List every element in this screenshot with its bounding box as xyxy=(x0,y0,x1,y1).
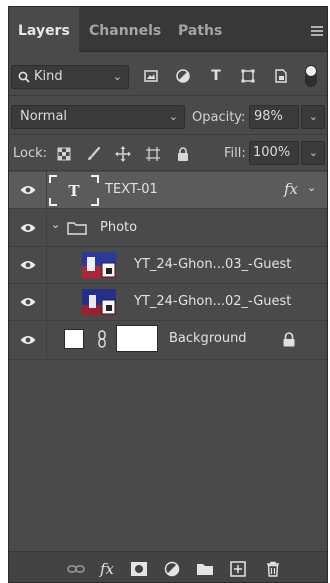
filter-type-icon[interactable]: T xyxy=(208,68,224,84)
layer-name: TEXT-01 xyxy=(105,182,158,197)
opacity-value: 98% xyxy=(254,109,283,124)
lock-transparent-pixels-icon[interactable] xyxy=(56,146,72,162)
lock-artboard-icon[interactable] xyxy=(145,146,161,162)
group-expand-chevron-icon[interactable]: ⌄ xyxy=(51,218,60,231)
background-thumbnail xyxy=(64,329,84,349)
blend-mode-select[interactable]: Normal ⌄ xyxy=(11,105,185,129)
panel-menu-icon[interactable] xyxy=(311,26,323,36)
svg-text:T: T xyxy=(68,182,80,200)
eye-icon xyxy=(20,261,36,269)
layer-name: YT_24-Ghon...03_-Guest xyxy=(134,257,292,272)
lock-label: Lock: xyxy=(13,146,48,161)
chevron-down-icon: ⌄ xyxy=(168,110,178,123)
eye-icon xyxy=(20,298,36,306)
add-mask-icon[interactable] xyxy=(130,561,148,577)
lock-position-icon[interactable] xyxy=(115,146,131,162)
visibility-toggle[interactable] xyxy=(9,210,47,246)
opacity-input[interactable]: 98% xyxy=(249,105,299,129)
filter-kind-select[interactable]: Kind ⌄ xyxy=(11,65,129,89)
expand-effects-chevron-icon[interactable]: ⌄ xyxy=(307,181,316,194)
layer-name: Background xyxy=(169,331,247,346)
filter-row: Kind ⌄ T xyxy=(9,61,327,95)
delete-layer-trash-icon[interactable] xyxy=(264,561,282,577)
filter-kind-label: Kind xyxy=(34,69,63,84)
filter-pixel-icon[interactable] xyxy=(143,68,159,84)
fill-label: Fill: xyxy=(224,146,246,161)
blend-mode-label: Normal xyxy=(20,109,68,124)
tab-channels[interactable]: Channels xyxy=(80,7,170,52)
filter-smart-object-icon[interactable] xyxy=(273,68,289,84)
filter-toggle[interactable] xyxy=(305,65,317,87)
fill-input[interactable]: 100% xyxy=(249,141,299,165)
lock-row: Lock: Fill: 100% ⌄ xyxy=(9,137,327,169)
opacity-label: Opacity: xyxy=(192,110,246,125)
layer-row-text-01[interactable]: T TEXT-01 fx ⌄ xyxy=(9,172,327,209)
chevron-down-icon: ⌄ xyxy=(112,70,122,83)
layer-row-smart-object-03[interactable]: YT_24-Ghon...03_-Guest xyxy=(9,247,327,284)
search-icon xyxy=(18,71,30,83)
link-icon[interactable] xyxy=(97,330,107,348)
visibility-toggle[interactable] xyxy=(9,284,47,320)
blend-row: Normal ⌄ Opacity: 98% ⌄ xyxy=(9,101,327,133)
layers-bottom-toolbar: fx xyxy=(9,551,327,582)
visibility-toggle[interactable] xyxy=(9,321,47,359)
tab-layers[interactable]: Layers xyxy=(9,7,79,53)
layer-name: YT_24-Ghon...02_-Guest xyxy=(134,294,292,309)
link-layers-icon[interactable] xyxy=(67,561,85,577)
eye-icon xyxy=(20,336,36,344)
fx-icon[interactable]: fx xyxy=(284,180,298,198)
layer-mask-thumbnail[interactable] xyxy=(116,325,158,352)
new-layer-icon[interactable] xyxy=(229,561,247,577)
smart-object-thumbnail-icon xyxy=(82,252,116,278)
chevron-down-icon: ⌄ xyxy=(308,110,318,123)
tab-paths[interactable]: Paths xyxy=(169,7,231,52)
visibility-toggle[interactable] xyxy=(9,247,47,283)
new-adjustment-layer-icon[interactable] xyxy=(163,561,181,577)
layer-row-smart-object-02[interactable]: YT_24-Ghon...02_-Guest xyxy=(9,284,327,321)
layer-row-background[interactable]: Background xyxy=(9,321,327,360)
layer-name: Photo xyxy=(100,220,138,235)
lock-image-pixels-icon[interactable] xyxy=(86,146,102,162)
fill-value: 100% xyxy=(253,145,291,160)
text-layer-thumbnail-icon: T xyxy=(49,175,99,206)
panel-tab-bar: Layers Channels Paths xyxy=(9,7,327,53)
eye-icon xyxy=(20,224,36,232)
opacity-dropdown[interactable]: ⌄ xyxy=(301,105,325,129)
fill-dropdown[interactable]: ⌄ xyxy=(301,141,325,165)
chevron-down-icon: ⌄ xyxy=(308,146,318,159)
lock-icon xyxy=(283,332,295,347)
filter-adjustment-icon[interactable] xyxy=(175,68,191,84)
add-layer-style-icon[interactable]: fx xyxy=(98,561,116,577)
new-group-folder-icon[interactable] xyxy=(196,561,214,577)
eye-icon xyxy=(20,186,36,194)
smart-object-thumbnail-icon xyxy=(82,289,116,315)
visibility-toggle[interactable] xyxy=(9,172,47,208)
filter-shape-icon[interactable] xyxy=(240,68,256,84)
folder-icon xyxy=(67,222,87,235)
layers-panel: Layers Channels Paths Kind ⌄ T Normal ⌄ … xyxy=(8,6,328,583)
layer-row-photo-group[interactable]: ⌄ Photo xyxy=(9,210,327,247)
lock-all-icon[interactable] xyxy=(175,146,191,162)
